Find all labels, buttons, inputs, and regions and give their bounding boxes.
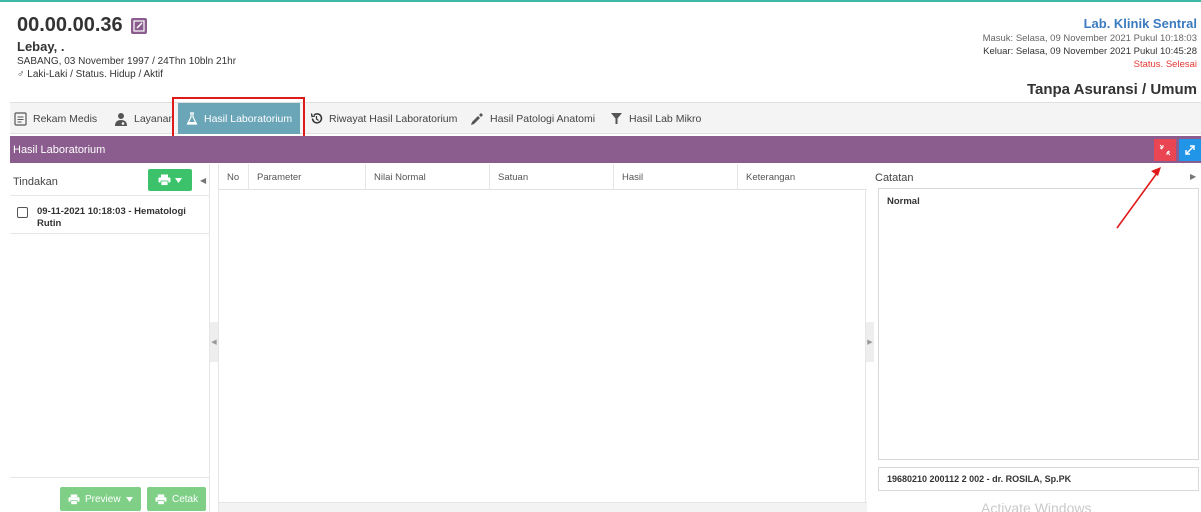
preview-label: Preview bbox=[85, 493, 121, 505]
unlink-button[interactable] bbox=[1154, 139, 1176, 161]
catatan-textarea[interactable]: Normal bbox=[878, 188, 1199, 460]
tab-label: Hasil Laboratorium bbox=[204, 112, 293, 125]
cetak-button[interactable]: Cetak bbox=[147, 487, 207, 511]
caret-down-icon bbox=[175, 177, 182, 183]
signer-field[interactable]: 19680210 200112 2 002 - dr. ROSILA, Sp.P… bbox=[878, 467, 1199, 491]
tab-hasil-patologi-anatomi[interactable]: Hasil Patologi Anatomi bbox=[470, 103, 595, 134]
patient-name: Lebay, . bbox=[17, 39, 65, 54]
tab-layanan[interactable]: Layanan bbox=[114, 103, 174, 134]
print-dropdown-button[interactable] bbox=[148, 169, 192, 191]
results-table: No Parameter Nilai Normal Satuan Hasil K… bbox=[218, 164, 867, 512]
column-header-no[interactable]: No bbox=[219, 164, 249, 190]
column-header-satuan[interactable]: Satuan bbox=[490, 164, 614, 190]
collapse-right-icon[interactable]: ▶ bbox=[1190, 172, 1196, 181]
dropper-icon bbox=[471, 112, 483, 125]
catatan-title: Catatan bbox=[875, 172, 914, 184]
tindakan-title: Tindakan bbox=[13, 176, 58, 188]
item-checkbox[interactable] bbox=[17, 207, 28, 218]
visit-unit: Lab. Klinik Sentral bbox=[1083, 16, 1197, 31]
tab-rekam-medis[interactable]: Rekam Medis bbox=[14, 103, 97, 134]
tindakan-footer: Preview Cetak bbox=[10, 477, 210, 512]
item-label: 09-11-2021 10:18:03 - Hematologi Rutin bbox=[37, 206, 186, 229]
tindakan-header: Tindakan ◀ bbox=[10, 164, 210, 196]
visit-keluar: Keluar: Selasa, 09 November 2021 Pukul 1… bbox=[983, 46, 1197, 57]
insurance-label: Tanpa Asuransi / Umum bbox=[1026, 81, 1197, 98]
funnel-icon bbox=[611, 113, 622, 124]
patient-birth: SABANG, 03 November 1997 / 24Thn 10bln 2… bbox=[17, 56, 237, 67]
visit-status: Status. Selesai bbox=[1133, 59, 1197, 70]
tab-hasil-laboratorium[interactable]: Hasil Laboratorium bbox=[178, 103, 301, 134]
tindakan-panel: Tindakan ◀ 09-11-2021 10:18:03 - Hematol… bbox=[10, 164, 210, 512]
preview-button[interactable]: Preview bbox=[60, 487, 141, 511]
list-item[interactable]: 09-11-2021 10:18:03 - Hematologi Rutin bbox=[10, 196, 210, 234]
visit-masuk: Masuk: Selasa, 09 November 2021 Pukul 10… bbox=[982, 33, 1197, 44]
patient-gender-status: ♂ Laki-Laki / Status. Hidup / Aktif bbox=[17, 69, 163, 80]
expand-button[interactable] bbox=[1179, 139, 1201, 161]
table-header: No Parameter Nilai Normal Satuan Hasil K… bbox=[219, 164, 867, 190]
patient-id-text: 00.00.00.36 bbox=[17, 14, 123, 36]
column-header-nilai-normal[interactable]: Nilai Normal bbox=[366, 164, 490, 190]
printer-icon bbox=[155, 493, 167, 505]
caret-down-icon bbox=[125, 496, 133, 502]
unlink-icon bbox=[1159, 144, 1171, 156]
table-scrollbar[interactable] bbox=[219, 502, 867, 512]
edit-icon[interactable] bbox=[130, 17, 147, 34]
tab-riwayat-hasil-laboratorium[interactable]: Riwayat Hasil Laboratorium bbox=[310, 103, 457, 134]
tab-label: Hasil Patologi Anatomi bbox=[490, 112, 596, 125]
left-splitter-handle[interactable]: ◀ bbox=[210, 322, 218, 362]
history-icon bbox=[310, 113, 323, 124]
panel-header: Hasil Laboratorium bbox=[10, 136, 1201, 163]
doctor-icon bbox=[115, 112, 127, 126]
column-header-hasil[interactable]: Hasil bbox=[614, 164, 738, 190]
tab-label: Hasil Lab Mikro bbox=[629, 112, 702, 125]
printer-icon bbox=[158, 174, 171, 186]
top-accent-line bbox=[0, 0, 1201, 2]
cetak-label: Cetak bbox=[172, 493, 199, 505]
tab-bar: Rekam Medis Layanan Hasil Laboratorium R… bbox=[10, 102, 1201, 134]
right-splitter-handle[interactable]: ▶ bbox=[866, 322, 874, 362]
tab-label: Rekam Medis bbox=[33, 112, 98, 125]
catatan-panel: Catatan ▶ Normal 19680210 200112 2 002 -… bbox=[874, 164, 1201, 512]
tab-hasil-lab-mikro[interactable]: Hasil Lab Mikro bbox=[610, 103, 701, 134]
printer-icon bbox=[68, 493, 80, 505]
column-header-parameter[interactable]: Parameter bbox=[249, 164, 366, 190]
tab-label: Riwayat Hasil Laboratorium bbox=[329, 112, 458, 125]
activate-windows-watermark: Activate Windows bbox=[981, 500, 1092, 512]
flask-icon bbox=[186, 112, 198, 125]
collapse-left-icon[interactable]: ◀ bbox=[200, 176, 206, 185]
patient-id: 00.00.00.36 bbox=[17, 14, 147, 37]
tab-label: Layanan bbox=[134, 112, 175, 125]
expand-icon bbox=[1185, 145, 1195, 155]
panel-title: Hasil Laboratorium bbox=[13, 143, 106, 156]
document-icon bbox=[14, 111, 27, 126]
column-header-keterangan[interactable]: Keterangan bbox=[738, 164, 867, 190]
